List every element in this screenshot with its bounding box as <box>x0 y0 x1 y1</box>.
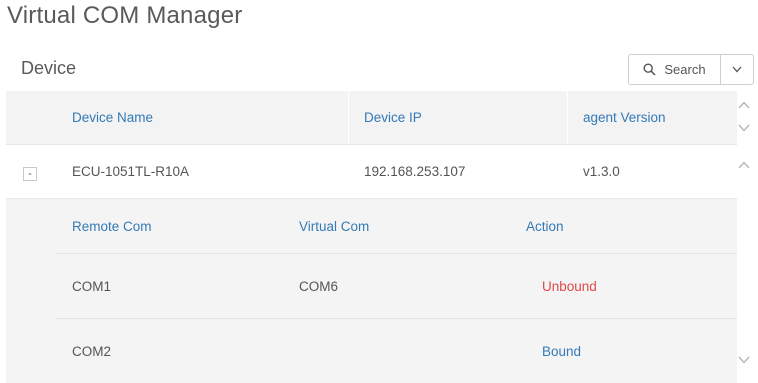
chevron-down-icon <box>732 66 742 73</box>
device-ip: 192.168.253.107 <box>364 164 466 179</box>
search-icon <box>643 63 656 76</box>
device-name: ECU-1051TL-R10A <box>72 164 190 179</box>
column-header-device-ip[interactable]: Device IP <box>364 91 422 144</box>
column-divider <box>348 91 349 144</box>
search-toolbar: Search <box>628 54 754 85</box>
search-button-label: Search <box>664 62 706 77</box>
column-divider <box>567 91 568 144</box>
section-title: Device <box>21 58 77 78</box>
column-header-agent-version[interactable]: agent Version <box>583 91 666 144</box>
port-subtable: Remote Com Virtual Com Action COM1 COM6 … <box>56 199 737 383</box>
scroll-down-icon[interactable] <box>737 355 751 365</box>
collapse-toggle-button[interactable]: - <box>23 167 37 181</box>
column-header-device-name[interactable]: Device Name <box>72 91 153 144</box>
collapse-row-icon[interactable] <box>737 160 751 170</box>
search-button[interactable]: Search <box>628 54 721 85</box>
unbound-action-link[interactable]: Unbound <box>542 254 597 318</box>
port-subtable-header: Remote Com Virtual Com Action <box>56 199 737 254</box>
agent-version: v1.3.0 <box>583 164 620 179</box>
column-header-virtual-com[interactable]: Virtual Com <box>299 199 369 253</box>
port-subtable-container: Remote Com Virtual Com Action COM1 COM6 … <box>6 199 737 383</box>
remote-com: COM2 <box>72 343 112 359</box>
device-table: Device Name Device IP agent Version - EC… <box>6 91 737 383</box>
device-table-header: Device Name Device IP agent Version <box>6 91 737 145</box>
scroll-down-icon[interactable] <box>737 123 751 133</box>
scroll-up-icon[interactable] <box>737 100 751 110</box>
port-row: COM2 Bound <box>56 319 737 383</box>
port-row: COM1 COM6 Unbound <box>56 254 737 319</box>
column-header-remote-com[interactable]: Remote Com <box>72 199 152 253</box>
remote-com: COM1 <box>72 278 112 294</box>
virtual-com: COM6 <box>299 278 339 294</box>
device-row[interactable]: - ECU-1051TL-R10A 192.168.253.107 v1.3.0 <box>6 145 737 199</box>
column-header-action[interactable]: Action <box>526 199 564 253</box>
bound-action-link[interactable]: Bound <box>542 319 581 383</box>
app-title: Virtual COM Manager <box>7 2 243 29</box>
search-dropdown-toggle[interactable] <box>721 54 754 85</box>
